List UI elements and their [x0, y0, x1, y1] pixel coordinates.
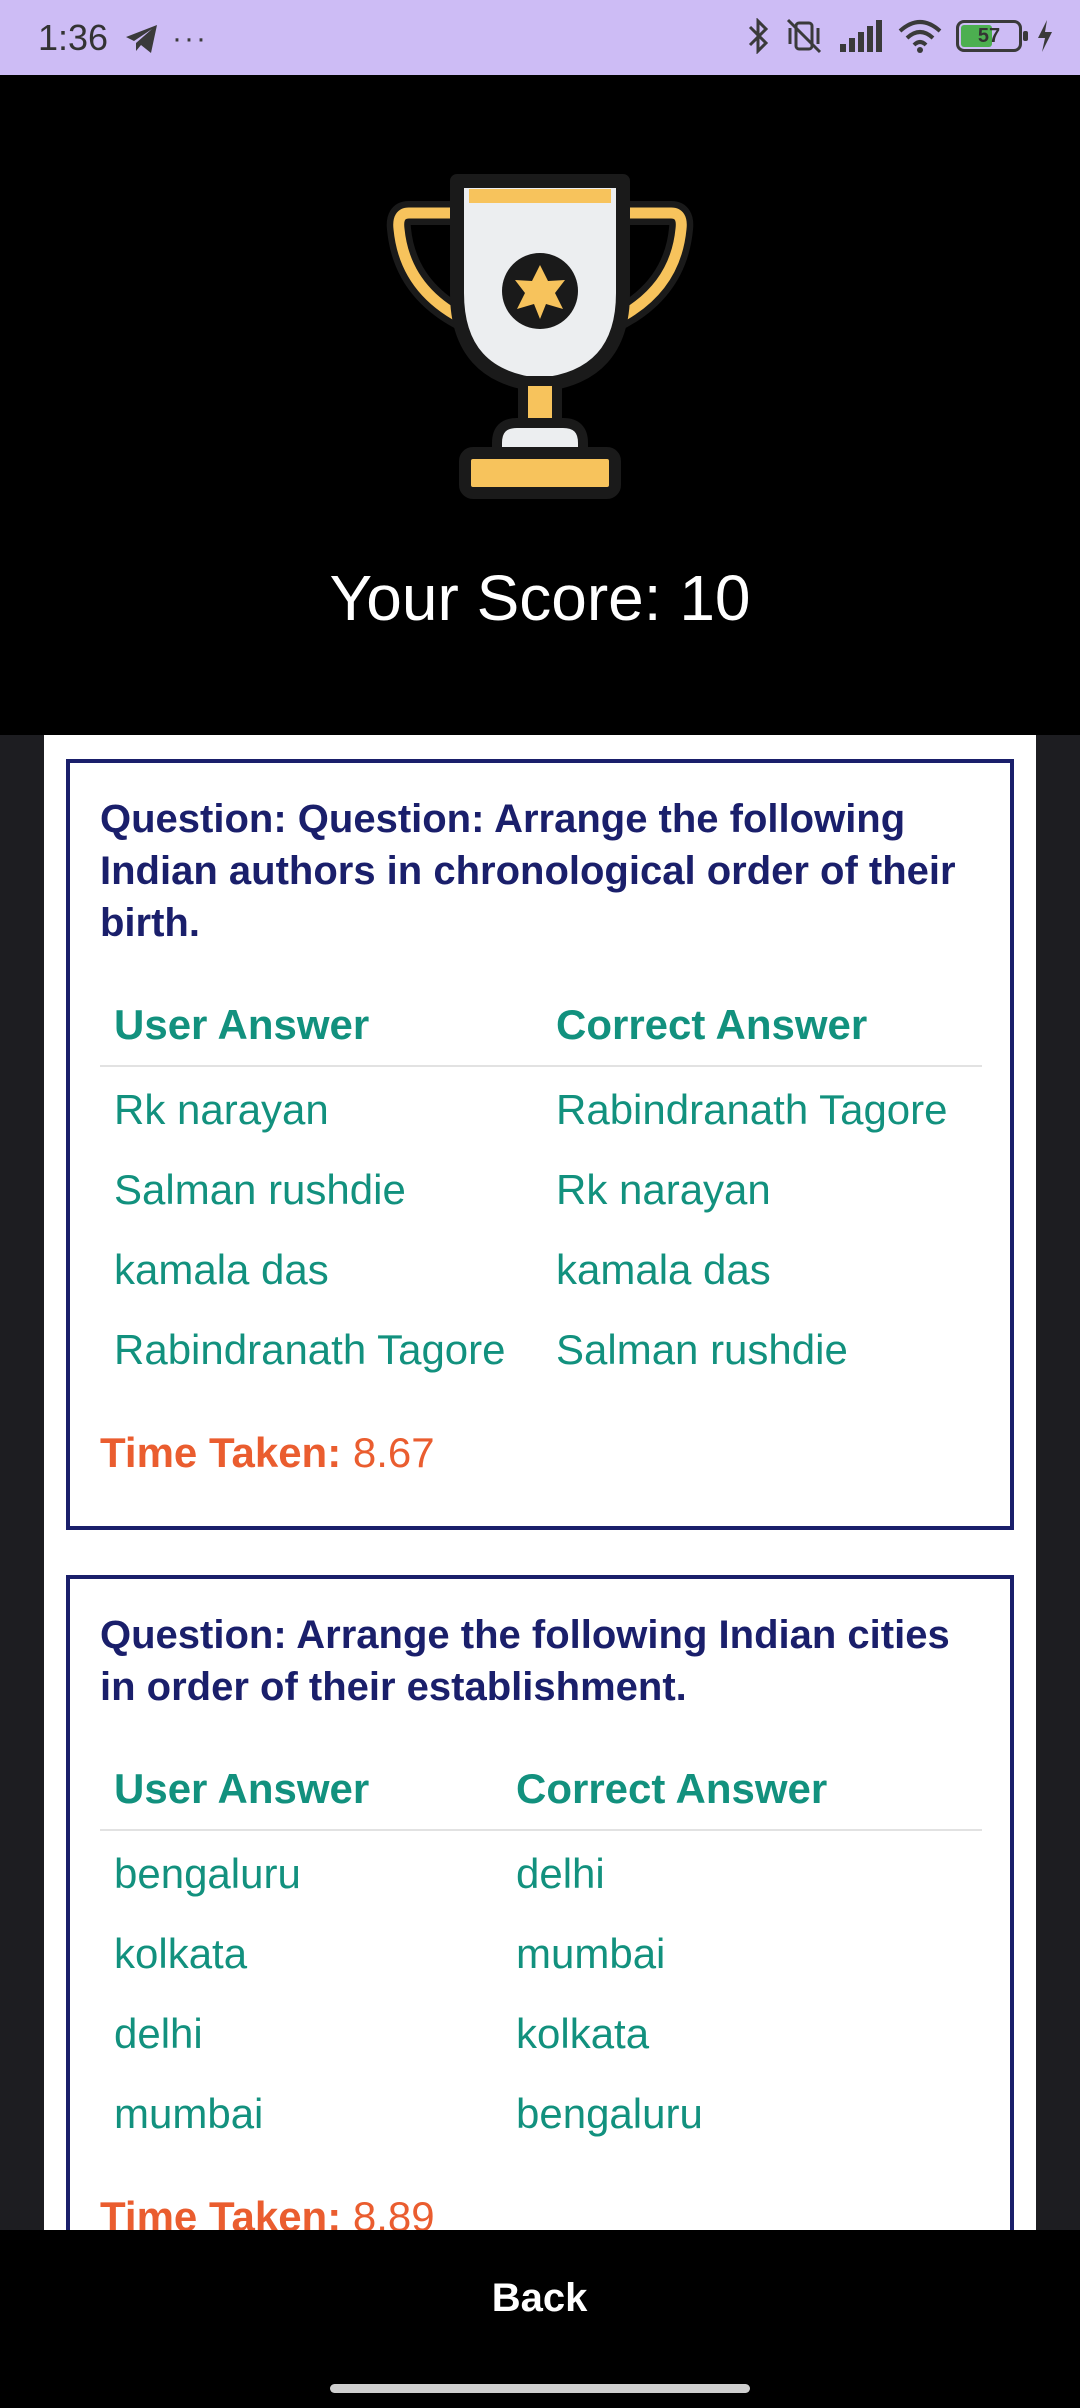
correct-answer: delhi — [516, 1850, 605, 1897]
user-answer: kamala das — [114, 1246, 329, 1293]
correct-answer: kolkata — [516, 2010, 650, 2057]
correct-answer-header: Correct Answer — [502, 1765, 982, 1831]
time-taken-label: Time Taken: — [100, 1429, 342, 1476]
correct-answer: kamala das — [556, 1246, 771, 1293]
correct-answer-header: Correct Answer — [542, 1001, 982, 1067]
user-answer: delhi — [114, 2010, 203, 2057]
user-answer: mumbai — [114, 2090, 264, 2137]
answers-table: User Answer Correct Answer Rk narayan Ra… — [100, 1001, 982, 1387]
correct-answer: Salman rushdie — [556, 1326, 848, 1373]
signal-icon — [840, 20, 882, 52]
user-answer: bengaluru — [114, 1850, 301, 1897]
vibrate-off-icon — [786, 18, 822, 54]
telegram-icon — [126, 25, 157, 53]
user-answer: Rk narayan — [114, 1086, 329, 1133]
user-answer: Rabindranath Tagore — [114, 1326, 506, 1373]
answer-row: delhi kolkata — [100, 1991, 982, 2071]
answer-row: bengaluru delhi — [100, 1830, 982, 1911]
time-taken: Time Taken: 8.67 — [100, 1429, 982, 1477]
question-card: Question: Arrange the following Indian c… — [66, 1575, 1014, 2230]
question-text: Question: Question: Arrange the followin… — [100, 797, 956, 945]
correct-answer: Rk narayan — [556, 1166, 771, 1213]
result-header: Your Score: 10 — [0, 75, 1080, 735]
status-right-icons: 57 — [746, 18, 1054, 54]
answer-row: Rabindranath Tagore Salman rushdie — [100, 1307, 982, 1387]
answer-row: Rk narayan Rabindranath Tagore — [100, 1066, 982, 1147]
answer-row: kamala das kamala das — [100, 1227, 982, 1307]
results-list[interactable]: Question: Question: Arrange the followin… — [44, 735, 1036, 2230]
answers-table: User Answer Correct Answer bengaluru del… — [100, 1765, 982, 2151]
answers-header-row: User Answer Correct Answer — [100, 1001, 982, 1067]
correct-answer: Rabindranath Tagore — [556, 1086, 948, 1133]
charging-icon — [1038, 20, 1052, 52]
wifi-icon — [898, 20, 942, 53]
answers-header-row: User Answer Correct Answer — [100, 1765, 982, 1831]
answer-row: kolkata mumbai — [100, 1911, 982, 1991]
user-answer-header: User Answer — [100, 1765, 502, 1831]
user-answer: Salman rushdie — [114, 1166, 406, 1213]
answer-row: Salman rushdie Rk narayan — [100, 1147, 982, 1227]
status-left-icons: ··· — [124, 22, 208, 56]
answer-row: mumbai bengaluru — [100, 2071, 982, 2151]
back-button[interactable]: Back — [419, 2243, 660, 2353]
time-taken: Time Taken: 8.89 — [100, 2193, 982, 2230]
status-time: 1:36 — [38, 17, 109, 58]
score-text: Your Score: 10 — [329, 562, 751, 634]
correct-answer: mumbai — [516, 1930, 666, 1977]
question-card: Question: Question: Arrange the followin… — [66, 759, 1014, 1530]
status-bar: 1:36 ··· 57 — [0, 0, 1080, 75]
time-taken-value: 8.89 — [352, 2193, 435, 2230]
question-text: Question: Arrange the following Indian c… — [100, 1613, 950, 1709]
time-taken-label: Time Taken: — [100, 2193, 342, 2230]
time-taken-value: 8.67 — [352, 1429, 435, 1476]
gesture-nav-handle[interactable] — [330, 2384, 750, 2393]
battery-level: 57 — [977, 25, 1001, 47]
user-answer: kolkata — [114, 1930, 248, 1977]
battery-icon: 57 — [956, 20, 1028, 52]
more-notifications-icon: ··· — [172, 22, 208, 55]
user-answer-header: User Answer — [100, 1001, 542, 1067]
correct-answer: bengaluru — [516, 2090, 703, 2137]
bluetooth-icon — [748, 18, 769, 54]
trophy-icon — [386, 174, 694, 499]
